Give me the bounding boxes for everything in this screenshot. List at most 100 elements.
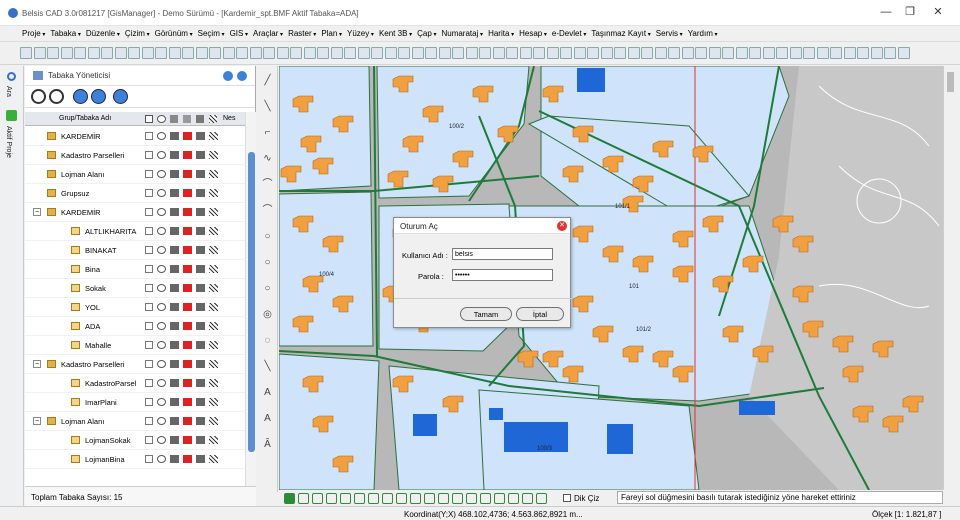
layer-active-checkbox[interactable] bbox=[145, 360, 153, 368]
view-layer-icon[interactable] bbox=[113, 89, 128, 104]
toolbar-tool-icon[interactable] bbox=[60, 47, 73, 59]
print-icon[interactable] bbox=[196, 417, 205, 425]
menu-item[interactable]: Numarataj bbox=[441, 29, 483, 38]
toolbar-tool-icon[interactable] bbox=[276, 47, 289, 59]
dik-ciz-checkbox[interactable] bbox=[563, 494, 571, 502]
draw-tool-icon[interactable]: ╲ bbox=[261, 360, 274, 373]
layer-active-checkbox[interactable] bbox=[145, 341, 153, 349]
toolbar-tool-icon[interactable] bbox=[222, 47, 235, 59]
hatch-icon[interactable] bbox=[209, 436, 218, 444]
lock-icon[interactable] bbox=[170, 189, 179, 197]
group-row[interactable]: − KARDEMİR bbox=[25, 203, 245, 222]
toolbar-tool-icon[interactable] bbox=[290, 47, 302, 59]
hatch-icon[interactable] bbox=[209, 265, 218, 273]
snap-tool-icon[interactable] bbox=[340, 492, 351, 504]
visibility-icon[interactable] bbox=[157, 379, 166, 387]
snap-icon[interactable] bbox=[183, 455, 192, 463]
lock-icon[interactable] bbox=[170, 132, 179, 140]
hatch-icon[interactable] bbox=[209, 151, 218, 159]
toolbar-tool-icon[interactable] bbox=[573, 47, 586, 59]
panel-scrollbar[interactable] bbox=[245, 112, 256, 492]
ok-button[interactable]: Tamam bbox=[460, 307, 512, 321]
tab-ara[interactable]: Ara bbox=[5, 86, 12, 97]
toolbar-tool-icon[interactable] bbox=[816, 47, 829, 59]
toolbar-tool-icon[interactable] bbox=[884, 47, 896, 59]
lock-icon[interactable] bbox=[170, 417, 179, 425]
toolbar-tool-icon[interactable] bbox=[627, 47, 640, 59]
toolbar-tool-icon[interactable] bbox=[47, 47, 59, 59]
group-row[interactable]: Kadastro Parselleri bbox=[25, 146, 245, 165]
menu-item[interactable]: Kent 3B bbox=[379, 29, 412, 38]
visibility-icon[interactable] bbox=[157, 303, 166, 311]
print-icon[interactable] bbox=[196, 398, 205, 406]
draw-tool-icon[interactable]: A bbox=[261, 386, 274, 399]
toolbar-tool-icon[interactable] bbox=[182, 47, 194, 59]
layer-active-checkbox[interactable] bbox=[145, 303, 153, 311]
menu-item[interactable]: Çap bbox=[417, 29, 436, 38]
snap-icon[interactable] bbox=[183, 322, 192, 330]
snap-tool-icon[interactable] bbox=[368, 492, 379, 504]
lock-icon[interactable] bbox=[170, 436, 179, 444]
toolbar-tool-icon[interactable] bbox=[857, 47, 869, 59]
lock-icon[interactable] bbox=[170, 455, 179, 463]
toolbar-tool-icon[interactable] bbox=[344, 47, 356, 59]
visibility-icon[interactable] bbox=[157, 208, 166, 216]
toolbar-tool-icon[interactable] bbox=[587, 47, 599, 59]
print-icon[interactable] bbox=[196, 132, 205, 140]
tab-aktif-proje[interactable]: Aktif Proje bbox=[5, 126, 12, 158]
group-row[interactable]: Lojman Alanı bbox=[25, 165, 245, 184]
menu-item[interactable]: Harita bbox=[488, 29, 514, 38]
toolbar-tool-icon[interactable] bbox=[114, 47, 127, 59]
menu-item[interactable]: Yüzey bbox=[347, 29, 374, 38]
visibility-icon[interactable] bbox=[157, 151, 166, 159]
print-icon[interactable] bbox=[196, 189, 205, 197]
menu-item[interactable]: Araçlar bbox=[253, 29, 283, 38]
layer-active-checkbox[interactable] bbox=[145, 417, 153, 425]
password-field[interactable] bbox=[452, 269, 553, 281]
toolbar-tool-icon[interactable] bbox=[236, 47, 248, 59]
visibility-icon[interactable] bbox=[157, 322, 166, 330]
toolbar-tool-icon[interactable] bbox=[546, 47, 559, 59]
print-icon[interactable] bbox=[196, 151, 205, 159]
toolbar-tool-icon[interactable] bbox=[249, 47, 262, 59]
visibility-icon[interactable] bbox=[157, 360, 166, 368]
lock-icon[interactable] bbox=[170, 284, 179, 292]
toolbar-tool-icon[interactable] bbox=[506, 47, 518, 59]
snap-tool-icon[interactable] bbox=[382, 492, 393, 504]
hatch-icon[interactable] bbox=[209, 170, 218, 178]
collapse-toggle-icon[interactable]: − bbox=[33, 208, 41, 216]
layer-tool-2-icon[interactable] bbox=[49, 89, 64, 104]
cancel-button[interactable]: İptal bbox=[516, 307, 564, 321]
snap-tool-icon[interactable] bbox=[438, 492, 449, 504]
print-icon[interactable] bbox=[196, 455, 205, 463]
toolbar-tool-icon[interactable] bbox=[263, 47, 275, 59]
toolbar-tool-icon[interactable] bbox=[452, 47, 464, 59]
layer-active-checkbox[interactable] bbox=[145, 436, 153, 444]
print-icon[interactable] bbox=[196, 170, 205, 178]
toolbar-tool-icon[interactable] bbox=[681, 47, 694, 59]
snap-icon[interactable] bbox=[183, 227, 192, 235]
layer-row[interactable]: Mahalle bbox=[25, 336, 245, 355]
toolbar-tool-icon[interactable] bbox=[141, 47, 154, 59]
visibility-icon[interactable] bbox=[157, 455, 166, 463]
toolbar-tool-icon[interactable] bbox=[749, 47, 761, 59]
panel-close-icon[interactable] bbox=[237, 71, 247, 81]
visibility-icon[interactable] bbox=[157, 189, 166, 197]
layer-active-checkbox[interactable] bbox=[145, 170, 153, 178]
draw-tool-icon[interactable]: ╱ bbox=[261, 74, 274, 87]
snap-icon[interactable] bbox=[183, 132, 192, 140]
group-row[interactable]: − Lojman Alanı bbox=[25, 412, 245, 431]
toolbar-tool-icon[interactable] bbox=[438, 47, 451, 59]
draw-tool-icon[interactable]: ⌐ bbox=[261, 126, 274, 139]
menu-item[interactable]: Görünüm bbox=[155, 29, 193, 38]
draw-tool-icon[interactable]: ○ bbox=[261, 282, 274, 295]
lock-icon[interactable] bbox=[170, 208, 179, 216]
snap-icon[interactable] bbox=[183, 303, 192, 311]
snap-icon[interactable] bbox=[183, 284, 192, 292]
snap-tool-icon[interactable] bbox=[396, 492, 407, 504]
toolbar-tool-icon[interactable] bbox=[317, 47, 329, 59]
toolbar-tool-icon[interactable] bbox=[209, 47, 221, 59]
snap-tool-icon[interactable] bbox=[480, 492, 491, 504]
lock-icon[interactable] bbox=[170, 322, 179, 330]
menu-item[interactable]: Tabaka bbox=[50, 29, 80, 38]
